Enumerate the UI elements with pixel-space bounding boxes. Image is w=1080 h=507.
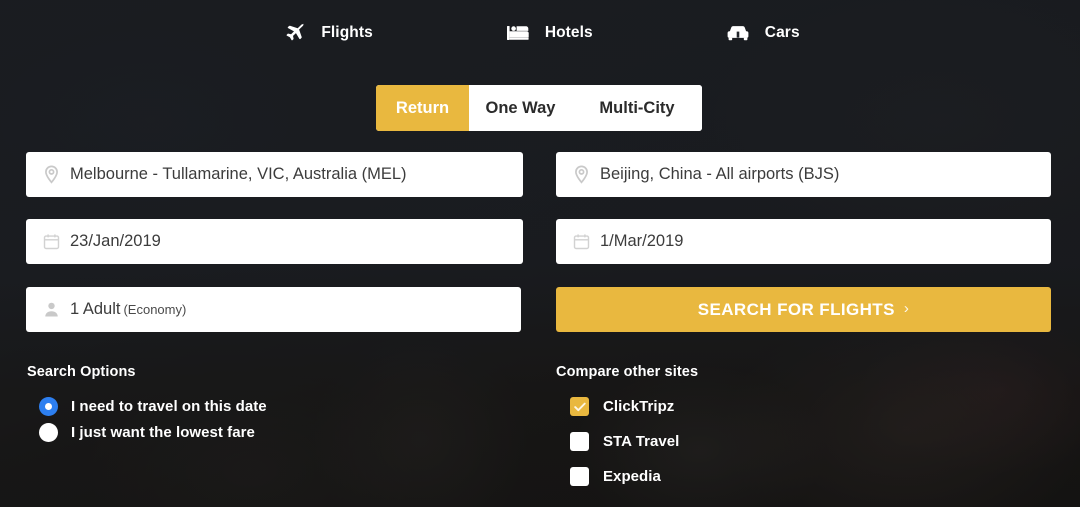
nav-label-hotels: Hotels [544, 24, 593, 41]
search-button-label: SEARCH FOR FLIGHTS [697, 299, 895, 319]
checkbox-option-sta-travel[interactable]: STA Travel [556, 432, 698, 451]
plane-icon [280, 20, 308, 46]
checkbox-option-clicktripz[interactable]: ClickTripz [556, 397, 698, 416]
car-icon [724, 20, 752, 46]
return-date-input[interactable]: 1/Mar/2019 [556, 219, 1051, 264]
trip-type-tabs: Return One Way Multi-City [376, 85, 702, 131]
radio-label-lowest-fare: I just want the lowest fare [71, 424, 255, 441]
flight-search-page: Flights Hotels Cars Return One Way Multi… [0, 0, 1080, 507]
nav-label-flights: Flights [321, 24, 373, 41]
location-pin-icon [41, 165, 61, 185]
destination-value: Beijing, China - All airports (BJS) [600, 165, 840, 183]
nav-item-hotels[interactable]: Hotels [504, 20, 593, 46]
tab-one-way-label: One Way [485, 98, 556, 117]
top-navigation: Flights Hotels Cars [0, 0, 1080, 66]
radio-icon-unselected[interactable] [39, 423, 58, 442]
checkbox-option-expedia[interactable]: Expedia [556, 467, 698, 486]
search-options-section: Search Options I need to travel on this … [27, 364, 267, 449]
checkbox-label-sta-travel: STA Travel [603, 433, 680, 450]
chevron-right-icon: › [903, 300, 910, 317]
radio-option-lowest-fare[interactable]: I just want the lowest fare [27, 423, 267, 442]
checkbox-label-clicktripz: ClickTripz [603, 398, 675, 415]
tab-return[interactable]: Return [376, 85, 469, 131]
calendar-icon [41, 232, 61, 252]
tab-multi-city[interactable]: Multi-City [572, 85, 702, 131]
nav-item-flights[interactable]: Flights [280, 20, 373, 46]
radio-icon-selected[interactable] [39, 397, 58, 416]
search-options-heading: Search Options [27, 364, 136, 380]
radio-label-travel-on-date: I need to travel on this date [71, 398, 267, 415]
tab-multi-city-label: Multi-City [599, 98, 675, 117]
origin-input[interactable]: Melbourne - Tullamarine, VIC, Australia … [26, 152, 523, 197]
checkbox-label-expedia: Expedia [603, 468, 661, 485]
checkbox-icon-checked[interactable] [570, 397, 589, 416]
depart-date-input[interactable]: 23/Jan/2019 [26, 219, 523, 264]
calendar-icon [571, 232, 591, 252]
compare-other-sites-section: Compare other sites ClickTripz STA Trave… [556, 364, 698, 502]
nav-item-cars[interactable]: Cars [724, 20, 800, 46]
cabin-class-value: (Economy) [123, 302, 187, 317]
bed-icon [504, 20, 532, 46]
radio-option-travel-on-date[interactable]: I need to travel on this date [27, 397, 267, 416]
checkbox-icon-unchecked[interactable] [570, 432, 589, 451]
return-date-value: 1/Mar/2019 [600, 232, 684, 250]
checkbox-icon-unchecked[interactable] [570, 467, 589, 486]
passengers-value: 1 Adult [70, 300, 121, 318]
location-pin-icon [571, 165, 591, 185]
compare-sites-heading: Compare other sites [556, 364, 699, 380]
depart-date-value: 23/Jan/2019 [70, 232, 161, 250]
search-for-flights-button[interactable]: SEARCH FOR FLIGHTS › [556, 287, 1051, 332]
passengers-input[interactable]: 1 Adult (Economy) [26, 287, 521, 332]
origin-value: Melbourne - Tullamarine, VIC, Australia … [70, 165, 407, 183]
nav-label-cars: Cars [764, 24, 800, 41]
tab-one-way[interactable]: One Way [469, 85, 572, 131]
tab-return-label: Return [395, 98, 450, 117]
person-icon [41, 300, 61, 320]
destination-input[interactable]: Beijing, China - All airports (BJS) [556, 152, 1051, 197]
